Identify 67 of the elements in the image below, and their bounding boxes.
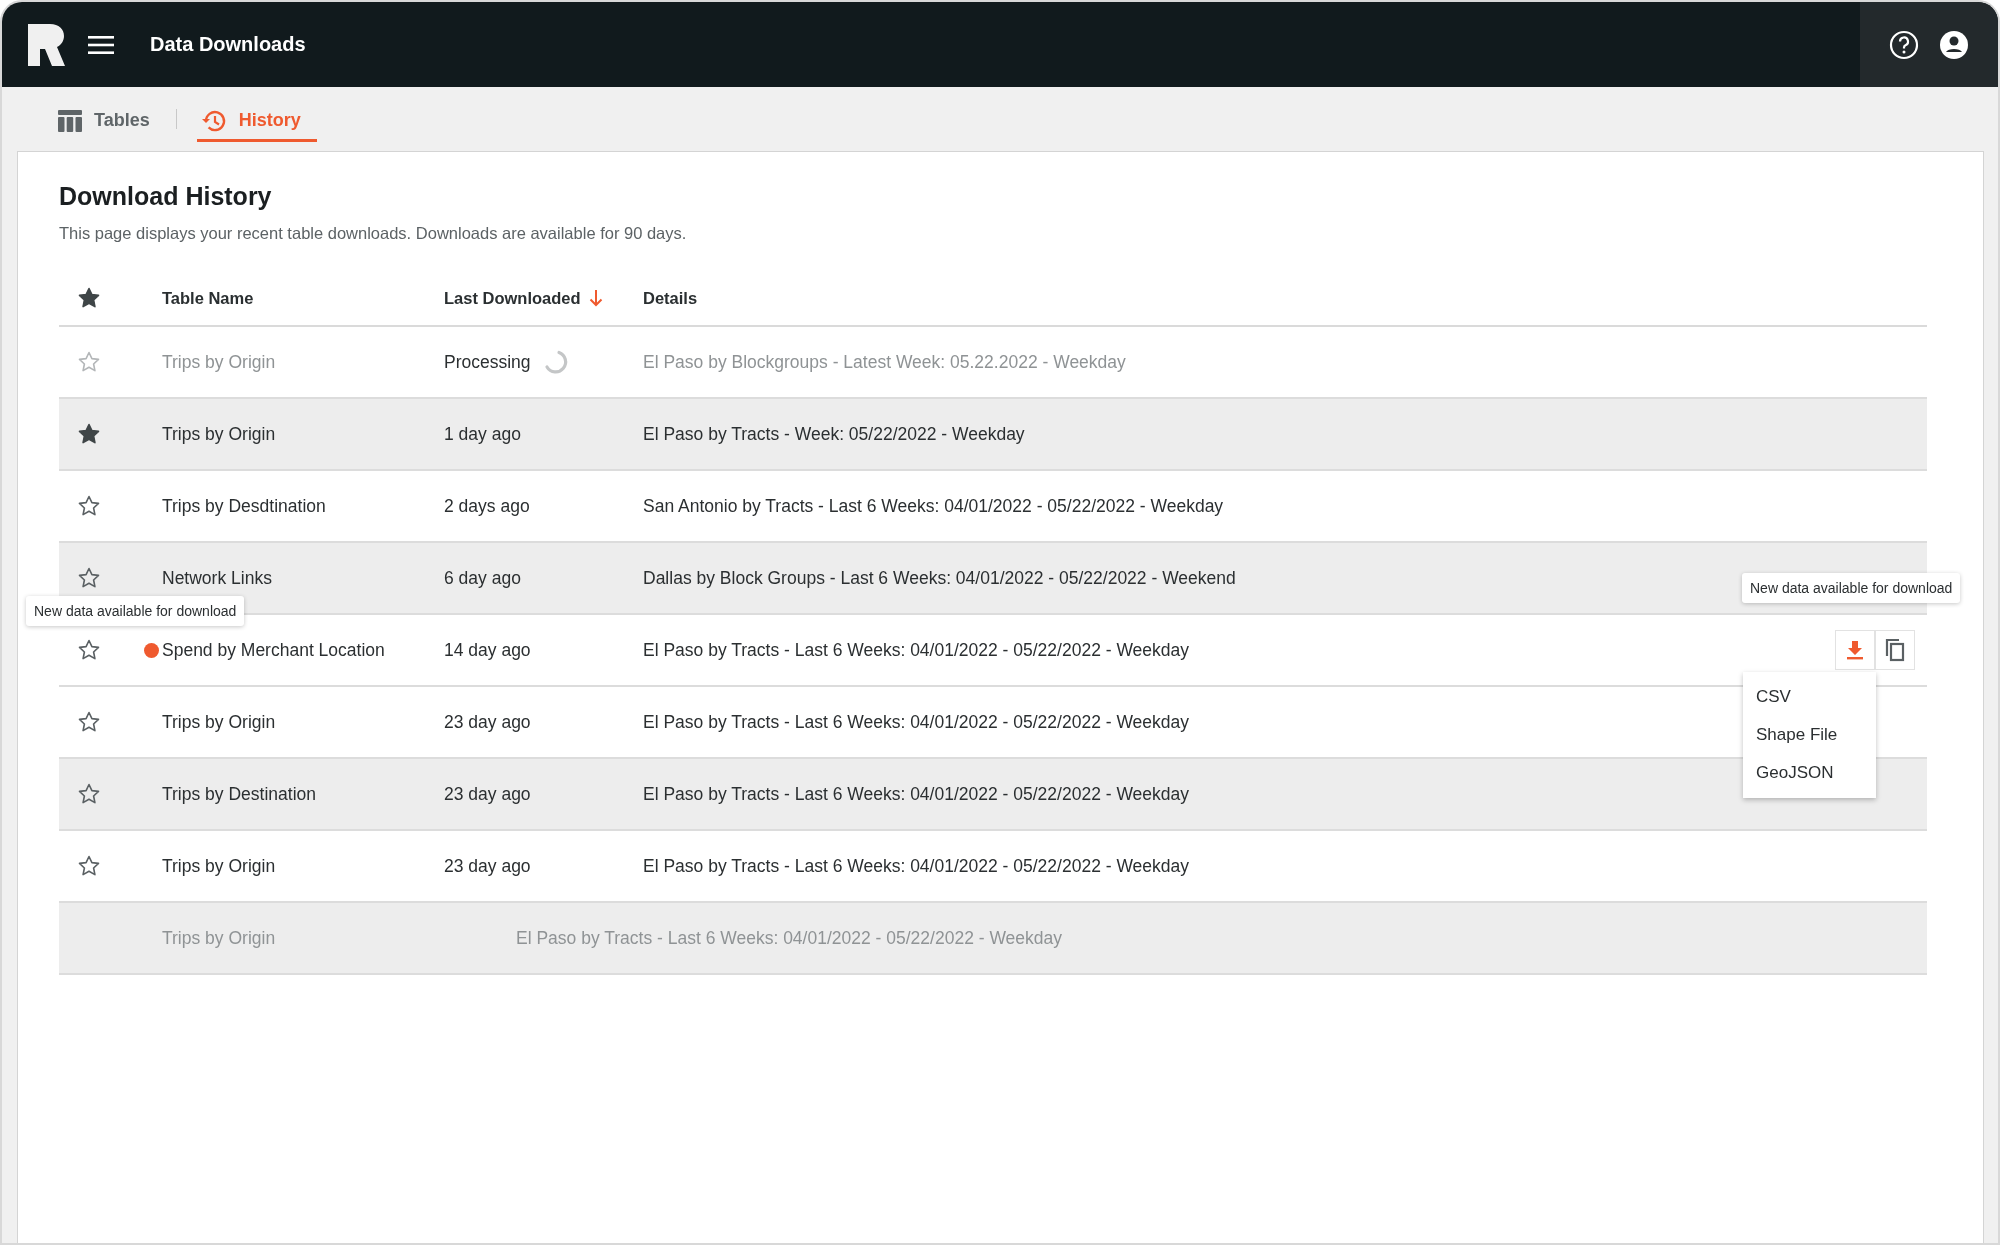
table-cell: Trips by Origin: [162, 423, 276, 445]
table-cell: Trips by Destination: [162, 783, 316, 805]
table-cell: 6 day ago: [444, 567, 521, 589]
favorite-button[interactable]: [77, 638, 101, 662]
tooltip: New data available for download: [26, 595, 245, 626]
download-button[interactable]: [1835, 630, 1875, 670]
table-cell: Trips by Desdtination: [162, 495, 326, 517]
column-header[interactable]: Details: [643, 288, 698, 308]
table-cell: 23 day ago: [444, 711, 531, 733]
menu-item[interactable]: GeoJSON: [1743, 754, 1876, 792]
star-icon: [77, 494, 101, 518]
table-cell: 14 day ago: [444, 639, 531, 661]
tab[interactable]: Tables: [54, 102, 166, 142]
column-header[interactable]: Table Name: [162, 288, 254, 308]
table-cell: Dallas by Block Groups - Last 6 Weeks: 04/01/2022 - 05/22/2022 - Weekend: [643, 567, 1236, 589]
table-cell: El Paso by Tracts - Last 6 Weeks: 04/01/2022 - 05/22/2022 - Weekday: [643, 639, 1190, 661]
help-button[interactable]: [1889, 29, 1919, 60]
table-cell: Trips by Origin: [162, 711, 276, 733]
favorite-button[interactable]: [77, 854, 101, 878]
table-cell: 1 day ago: [444, 423, 521, 445]
favorite-button[interactable]: [77, 782, 101, 806]
star-icon: [77, 422, 101, 446]
menu-item[interactable]: Shape File: [1743, 716, 1876, 754]
table-cell: El Paso by Tracts - Last 6 Weeks: 04/01/2022 - 05/22/2022 - Weekday: [516, 927, 1063, 949]
table-cell: Network Links: [162, 567, 272, 589]
table-cell: Spend by Merchant Location: [162, 639, 385, 661]
sort-down-icon: [588, 289, 603, 307]
table-cell: 23 day ago: [444, 783, 531, 805]
tooltip: New data available for download: [1742, 573, 1961, 603]
star-icon: [77, 350, 101, 374]
table-cell: Processing: [444, 351, 531, 373]
download-icon: [1846, 640, 1864, 660]
copy-icon: [1884, 638, 1906, 662]
menu-button[interactable]: [88, 35, 114, 54]
column-header[interactable]: Last Downloaded: [444, 288, 603, 308]
star-icon: [77, 854, 101, 878]
star-icon: [77, 286, 101, 310]
page-description: This page displays your recent table downloads. Downloads are available for 90 days.: [59, 224, 688, 243]
star-icon: [77, 566, 101, 590]
table-cell: El Paso by Tracts - Last 6 Weeks: 04/01/2022 - 05/22/2022 - Weekday: [643, 783, 1190, 805]
new-data-dot[interactable]: [144, 642, 159, 658]
table-cell: San Antonio by Tracts - Last 6 Weeks: 04/01/2022 - 05/22/2022 - Weekday: [643, 495, 1224, 517]
favorite-button[interactable]: [77, 494, 101, 518]
table-cell: Trips by Origin: [162, 927, 276, 949]
table-cell: 2 days ago: [444, 495, 530, 517]
logo-icon: [28, 23, 66, 66]
star-icon: [77, 782, 101, 806]
table-cell: El Paso by Tracts - Week: 05/22/2022 - Weekday: [643, 423, 1025, 445]
menu-item[interactable]: CSV: [1743, 678, 1876, 716]
favorite-button[interactable]: [77, 566, 101, 590]
page-title: Download History: [59, 182, 273, 211]
table-cell: Trips by Origin: [162, 351, 276, 373]
spinner-icon: [542, 349, 569, 375]
favorite-button[interactable]: [77, 710, 101, 734]
star-icon: [77, 710, 101, 734]
user-button[interactable]: [1939, 29, 1969, 60]
table-cell: El Paso by Tracts - Last 6 Weeks: 04/01/2022 - 05/22/2022 - Weekday: [643, 855, 1190, 877]
table-cell: El Paso by Tracts - Last 6 Weeks: 04/01/2022 - 05/22/2022 - Weekday: [643, 711, 1190, 733]
favorite-button[interactable]: [77, 422, 101, 446]
table-cell: Trips by Origin: [162, 855, 276, 877]
table-icon: [58, 109, 82, 132]
star-icon: [77, 638, 101, 662]
table-cell: 23 day ago: [444, 855, 531, 877]
copy-button[interactable]: [1875, 630, 1915, 670]
history-icon: [200, 108, 227, 133]
table-cell: El Paso by Blockgroups - Latest Week: 05.22.2022 - Weekday: [643, 351, 1126, 373]
app-title: Data Downloads: [150, 33, 306, 56]
